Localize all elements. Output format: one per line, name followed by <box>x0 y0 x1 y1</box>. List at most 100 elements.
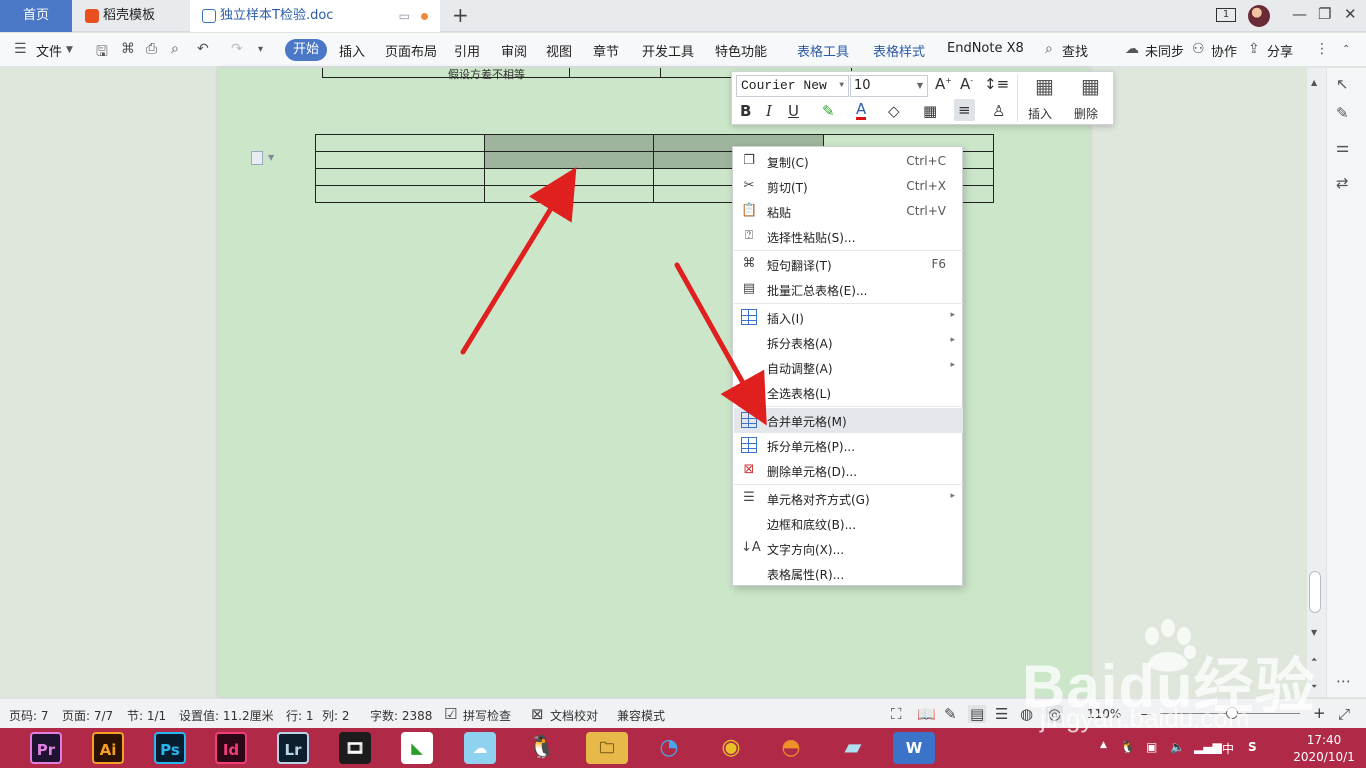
mini-insert-label[interactable]: 插入 <box>1028 105 1052 122</box>
fit-page-icon[interactable]: ⤢ <box>1338 705 1350 723</box>
photoshop-app[interactable]: Ps <box>154 732 186 764</box>
window-count-badge[interactable]: 1 <box>1216 8 1236 22</box>
more-horizontal-icon[interactable]: ⋯ <box>1336 672 1351 690</box>
menu-page-layout[interactable]: 页面布局 <box>385 41 437 60</box>
indesign-app[interactable]: Id <box>215 732 247 764</box>
file-explorer-icon[interactable]: 🗀 <box>586 732 628 764</box>
print-preview-icon[interactable]: ⌕ <box>171 41 179 57</box>
bird-app-icon[interactable]: ◓ <box>770 732 812 764</box>
clock-time[interactable]: 17:40 <box>1299 733 1349 747</box>
print-icon[interactable]: ⎙ <box>146 41 157 57</box>
save-icon[interactable]: 🖫 <box>96 41 108 65</box>
menu-item-delete-cells[interactable]: ⊠ 删除单元格(D)... <box>734 458 963 483</box>
status-spell-check[interactable]: 拼写检查 <box>463 707 511 724</box>
scroll-down-arrow-icon[interactable]: ▼ <box>1311 628 1317 637</box>
font-size-select[interactable]: 10 ▼ <box>850 75 928 97</box>
menu-item-split-cells[interactable]: 拆分单元格(P)... <box>734 433 963 458</box>
quick-access-more-icon[interactable]: ▾ <box>258 44 263 55</box>
tab-home[interactable]: 首页 <box>0 0 72 32</box>
shading-icon[interactable]: ◇ <box>888 102 900 120</box>
table-cell[interactable] <box>315 168 485 186</box>
menu-chapter[interactable]: 章节 <box>593 41 619 60</box>
italic-button[interactable]: I <box>766 102 772 120</box>
menu-file[interactable]: 文件 <box>36 41 62 60</box>
tray-expand-icon[interactable]: ▲ <box>1100 740 1107 750</box>
menu-table-style[interactable]: 表格样式 <box>873 41 925 60</box>
table-cell-selected[interactable] <box>484 151 654 169</box>
status-doc-proof[interactable]: 文档校对 <box>550 707 598 724</box>
usb-icon[interactable]: ▣ <box>1146 740 1157 754</box>
table-cell[interactable] <box>484 168 654 186</box>
sogou-icon[interactable]: S <box>1248 740 1257 754</box>
chevron-down-icon[interactable]: ▼ <box>268 153 274 162</box>
doc-proof-icon[interactable]: ⊠ <box>531 705 544 723</box>
chevron-down-icon[interactable]: ▼ <box>66 45 73 55</box>
menu-start[interactable]: 开始 <box>285 39 327 61</box>
qq-tray-icon[interactable]: 🐧 <box>1120 740 1135 754</box>
menu-item-insert[interactable]: 插入(I) ▸ <box>734 305 963 330</box>
redo-icon[interactable]: ↷ <box>231 41 243 57</box>
highlight-icon[interactable]: ✎ <box>822 102 835 120</box>
fullscreen-icon[interactable]: ⛶ <box>891 705 902 723</box>
shrink-font-icon[interactable]: A- <box>960 75 973 93</box>
menu-item-batch-summary[interactable]: ▤ 批量汇总表格(E)... <box>734 277 963 302</box>
new-tab-button[interactable]: + <box>452 3 469 27</box>
cursor-select-icon[interactable]: ↖ <box>1336 75 1349 93</box>
notes-app-icon[interactable]: ▰ <box>832 732 874 764</box>
format-painter-icon[interactable]: ♙ <box>992 102 1005 120</box>
status-word-count[interactable]: 字数: 2388 <box>370 707 432 724</box>
wps-writer-icon[interactable]: W <box>893 732 935 764</box>
menu-item-auto-fit[interactable]: 自动调整(A) ▸ <box>734 355 963 380</box>
underline-button[interactable]: U <box>788 102 799 120</box>
write-mode-icon[interactable]: ✎ <box>944 705 957 723</box>
font-family-select[interactable]: Courier New ▼ <box>736 75 849 97</box>
minimize-button[interactable]: — <box>1292 5 1307 23</box>
ime-indicator[interactable]: 中 <box>1222 740 1234 757</box>
tab-daoke-templates[interactable]: 稻壳模板 <box>73 0 189 32</box>
screen-icon[interactable]: ▭ <box>399 0 410 32</box>
bold-button[interactable]: B <box>740 102 751 120</box>
translate-icon[interactable]: ⇄ <box>1336 174 1349 192</box>
paragraph-layout-icon[interactable] <box>251 151 263 165</box>
menu-item-paste-special[interactable]: ⍰ 选择性粘贴(S)... <box>734 224 963 249</box>
avatar[interactable] <box>1248 5 1270 27</box>
menu-review[interactable]: 审阅 <box>501 41 527 60</box>
video-app-icon[interactable]: 🎞 <box>339 732 371 764</box>
scroll-up-arrow-icon[interactable]: ▲ <box>1311 78 1317 87</box>
format-painter-icon[interactable]: ⌘ <box>121 41 135 57</box>
hamburger-icon[interactable]: ☰ <box>14 41 27 57</box>
menu-item-text-direction[interactable]: ↓A 文字方向(X)... <box>734 536 963 561</box>
grow-font-icon[interactable]: A+ <box>935 75 952 93</box>
share-icon[interactable]: ⇪ <box>1248 41 1260 57</box>
collab-icon[interactable]: ⚇ <box>1192 41 1205 57</box>
more-vertical-icon[interactable]: ⋮ <box>1315 41 1329 57</box>
lightroom-app[interactable]: Lr <box>277 732 309 764</box>
menu-item-split-table[interactable]: 拆分表格(A) ▸ <box>734 330 963 355</box>
insert-table-icon[interactable]: ▦ <box>1035 74 1054 98</box>
menu-dev-tools[interactable]: 开发工具 <box>642 41 694 60</box>
status-page[interactable]: 页面: 7/7 <box>62 707 113 724</box>
spell-check-icon[interactable]: ☑ <box>444 705 457 723</box>
menu-view[interactable]: 视图 <box>546 41 572 60</box>
green-app-icon[interactable]: ◣ <box>401 732 433 764</box>
menu-endnote[interactable]: EndNote X8 <box>947 41 1024 56</box>
collapse-ribbon-icon[interactable]: ⌃ <box>1342 44 1350 55</box>
border-icon[interactable]: ▦ <box>923 102 937 120</box>
pen-icon[interactable]: ✎ <box>1336 104 1349 122</box>
table-cell[interactable] <box>315 185 485 203</box>
menu-item-copy[interactable]: ❐ 复制(C) Ctrl+C <box>734 149 963 174</box>
search-icon[interactable]: ⌕ <box>1045 41 1053 57</box>
chrome-icon[interactable]: ◉ <box>710 732 752 764</box>
menu-table-tools[interactable]: 表格工具 <box>797 41 849 60</box>
menu-item-select-table[interactable]: 全选表格(L) <box>734 380 963 405</box>
outline-view-icon[interactable]: ☰ <box>995 705 1008 723</box>
share-button[interactable]: 分享 <box>1267 41 1293 60</box>
font-color-button[interactable]: A <box>856 102 867 120</box>
align-icon[interactable]: ≡ <box>954 99 975 121</box>
menu-insert[interactable]: 插入 <box>339 41 365 60</box>
menu-item-paste[interactable]: 📋 粘贴 Ctrl+V <box>734 199 963 224</box>
table-cell[interactable] <box>315 151 485 169</box>
page-view-icon[interactable]: ▤ <box>968 705 987 723</box>
menu-item-merge-cells[interactable]: 合并单元格(M) <box>734 408 963 433</box>
browser-icon[interactable]: ◔ <box>648 732 690 764</box>
